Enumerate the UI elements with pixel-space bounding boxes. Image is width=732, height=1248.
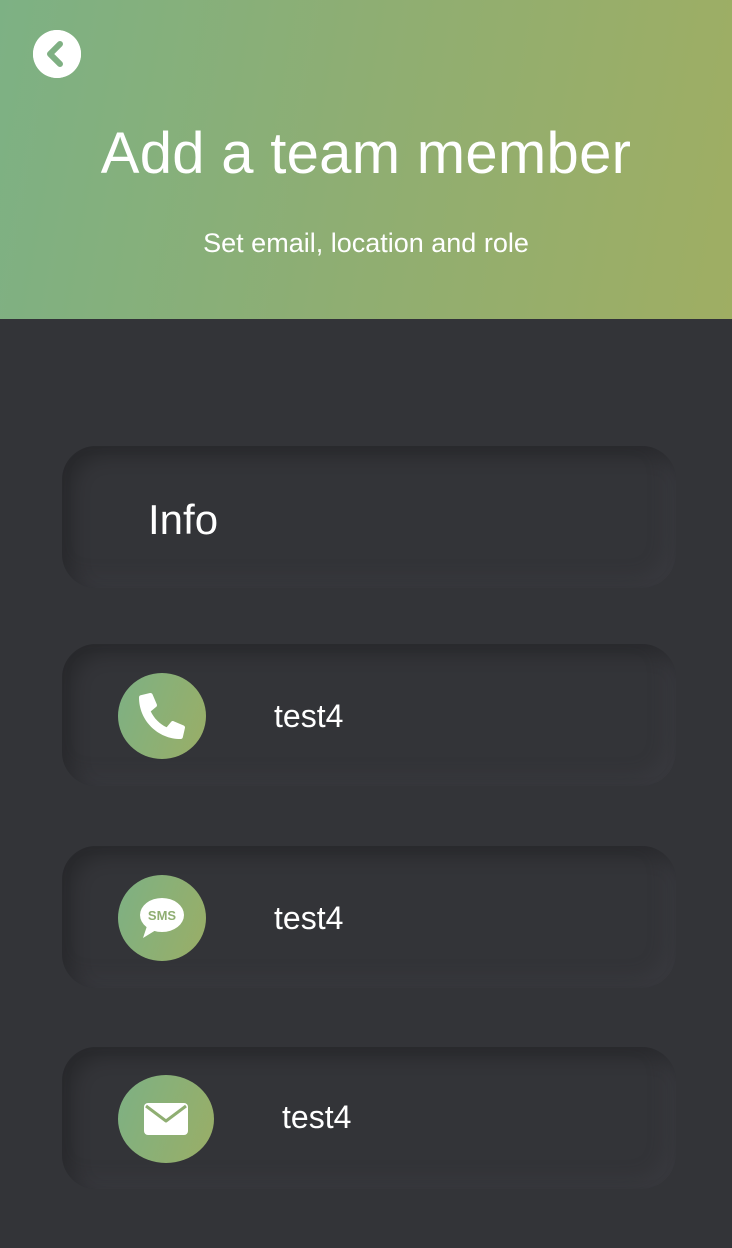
phone-card[interactable]: test4 bbox=[62, 644, 676, 786]
sms-icon: SMS bbox=[140, 898, 184, 938]
add-team-member-page: Add a team member Set email, location an… bbox=[0, 0, 732, 1248]
phone-value: test4 bbox=[274, 698, 344, 734]
header: Add a team member Set email, location an… bbox=[0, 0, 732, 319]
email-value: test4 bbox=[282, 1099, 352, 1135]
envelope-icon bbox=[144, 1103, 188, 1135]
page-subtitle: Set email, location and role bbox=[203, 228, 529, 258]
back-button[interactable] bbox=[33, 30, 81, 78]
sms-card[interactable]: SMS test4 bbox=[62, 846, 676, 988]
phone-icon-badge bbox=[118, 673, 206, 759]
email-icon-badge bbox=[118, 1075, 214, 1163]
info-card: Info bbox=[62, 446, 676, 588]
email-card[interactable]: test4 bbox=[62, 1047, 676, 1189]
chevron-left-icon bbox=[33, 30, 81, 78]
svg-text:SMS: SMS bbox=[148, 908, 177, 923]
page-title: Add a team member bbox=[100, 121, 632, 186]
sms-icon-badge: SMS bbox=[118, 875, 206, 961]
phone-icon bbox=[139, 693, 185, 739]
sms-value: test4 bbox=[274, 900, 344, 936]
info-label: Info bbox=[148, 496, 219, 543]
